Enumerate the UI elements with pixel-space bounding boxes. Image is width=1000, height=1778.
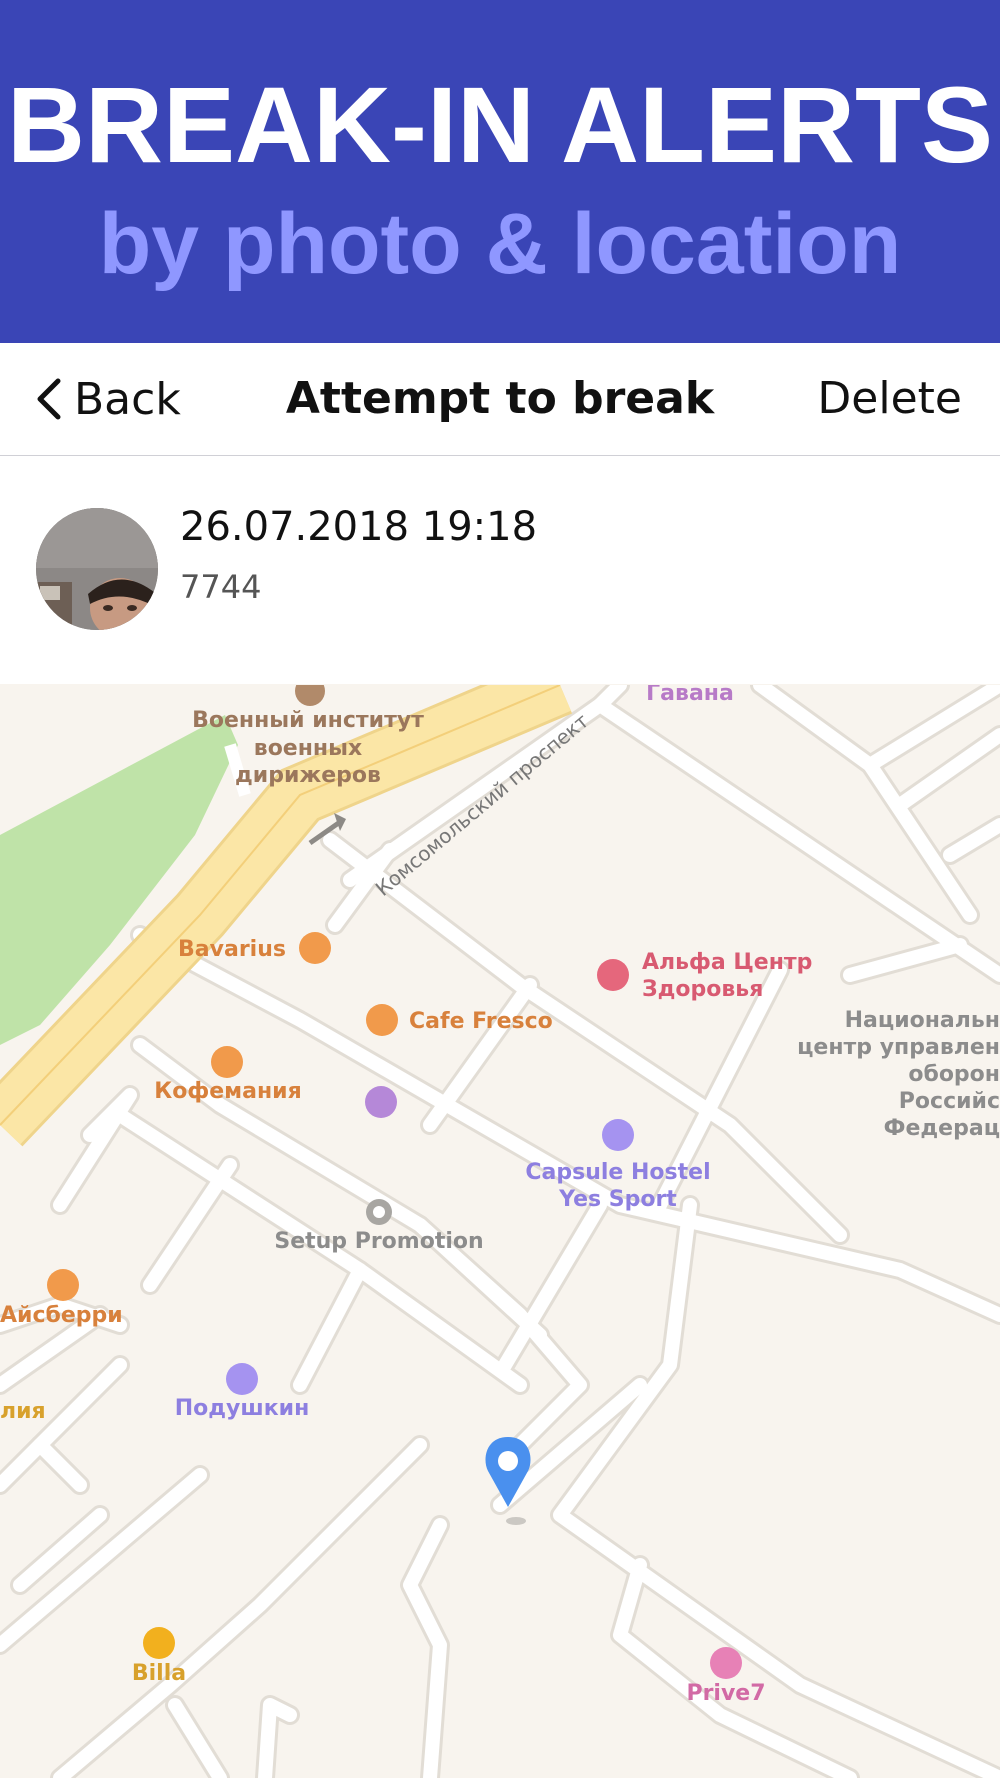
map-label-national-2: центр управлен [797, 1035, 1000, 1060]
map-label-podushkin: Подушкин [175, 1396, 310, 1421]
map-label-military-3: дирижеров [235, 763, 381, 788]
map-label-national-3: оборон [908, 1062, 1000, 1087]
entered-code: 7744 [180, 568, 262, 606]
map-label-cafe-fresco: Cafe Fresco [409, 1009, 553, 1034]
map-label-national-1: Национальн [845, 1008, 1000, 1033]
map-label-prive7: Prive7 [686, 1681, 765, 1706]
map-label-kofemania: Кофемания [154, 1079, 301, 1104]
map-label-havana: Гавана [646, 685, 734, 706]
map-label-military-2: военных [254, 736, 362, 761]
map-label-capsule-1: Capsule Hostel [525, 1160, 710, 1185]
map-label-military-1: Военный институт [192, 708, 424, 733]
delete-button[interactable]: Delete [817, 343, 962, 455]
intruder-photo[interactable] [36, 508, 158, 630]
map-canvas: Гавана Военный институт военных дирижеро… [0, 685, 1000, 1778]
map-label-aisberri: Айсберри [0, 1303, 123, 1328]
map-label-national-4: Российс [899, 1089, 1000, 1114]
map-label-alfa-1: Альфа Центр [642, 950, 812, 975]
map-label-alfa-2: Здоровья [642, 977, 763, 1002]
location-map[interactable]: Гавана Военный институт военных дирижеро… [0, 685, 1000, 1778]
navigation-bar: Back Attempt to break Delete [0, 343, 1000, 456]
map-label-liya: лия [0, 1399, 46, 1424]
map-label-setup: Setup Promotion [274, 1229, 483, 1254]
map-label-billa: Billa [132, 1661, 186, 1686]
alert-datetime: 26.07.2018 19:18 [180, 504, 538, 550]
map-label-bavarius: Bavarius [178, 937, 286, 962]
map-label-national-5: Федерац [884, 1116, 1000, 1141]
break-in-entry: 26.07.2018 19:18 7744 [0, 456, 1000, 684]
banner-subtitle: by photo & location [98, 196, 902, 292]
banner-title: BREAK-IN ALERTS [7, 64, 993, 185]
map-label-capsule-2: Yes Sport [558, 1187, 677, 1212]
promo-banner: BREAK-IN ALERTS by photo & location [0, 0, 1000, 343]
